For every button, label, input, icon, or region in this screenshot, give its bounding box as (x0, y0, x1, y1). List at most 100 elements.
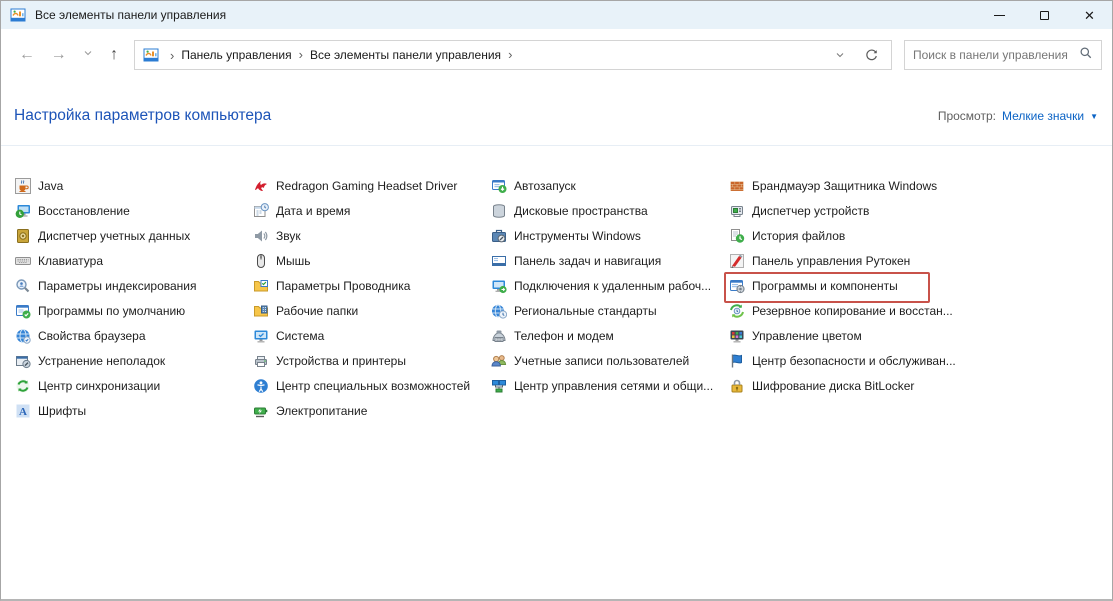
control-panel-item[interactable]: Параметры Проводника (253, 273, 491, 298)
control-panel-item[interactable]: Устройства и принтеры (253, 348, 491, 373)
rutoken-icon (729, 253, 745, 269)
control-panel-item[interactable]: Звук (253, 223, 491, 248)
control-panel-item[interactable]: Диспетчер устройств (729, 198, 1100, 223)
back-button-icon[interactable]: ← (19, 47, 35, 63)
control-panel-item[interactable]: Java (15, 173, 253, 198)
control-panel-item[interactable]: Клавиатура (15, 248, 253, 273)
control-panel-item[interactable]: Программы и компоненты (729, 273, 1100, 298)
item-label: Java (38, 179, 63, 193)
control-panel-item[interactable]: Брандмауэр Защитника Windows (729, 173, 1100, 198)
item-label: Диспетчер устройств (752, 204, 869, 218)
control-panel-item[interactable]: Центр безопасности и обслуживан... (729, 348, 1100, 373)
color-management-icon (729, 328, 745, 344)
control-panel-item[interactable]: Программы по умолчанию (15, 298, 253, 323)
control-panel-item[interactable]: Панель задач и навигация (491, 248, 729, 273)
file-history-icon (729, 228, 745, 244)
control-panel-item[interactable]: Восстановление (15, 198, 253, 223)
item-label: Клавиатура (38, 254, 103, 268)
item-label: Телефон и модем (514, 329, 614, 343)
maximize-button[interactable] (1022, 1, 1067, 29)
breadcrumb-separator[interactable]: › (508, 47, 512, 62)
item-label: Подключения к удаленным рабоч... (514, 279, 711, 293)
item-label: Автозапуск (514, 179, 576, 193)
windows-tools-icon (491, 228, 507, 244)
address-dropdown-chevron-icon[interactable] (834, 49, 846, 61)
control-panel-item[interactable]: Система (253, 323, 491, 348)
item-label: Панель задач и навигация (514, 254, 661, 268)
control-panel-item[interactable]: Подключения к удаленным рабоч... (491, 273, 729, 298)
item-label: Мышь (276, 254, 311, 268)
date-time-icon (253, 203, 269, 219)
item-label: Параметры Проводника (276, 279, 410, 293)
search-icon[interactable] (1079, 46, 1093, 65)
control-panel-item[interactable]: Автозапуск (491, 173, 729, 198)
control-panel-item[interactable]: Дата и время (253, 198, 491, 223)
control-panel-item[interactable]: Параметры индексирования (15, 273, 253, 298)
control-panel-item[interactable]: Redragon Gaming Headset Driver (253, 173, 491, 198)
control-panel-item[interactable]: Центр синхронизации (15, 373, 253, 398)
refresh-icon[interactable] (864, 48, 879, 63)
breadcrumb-item[interactable]: Все элементы панели управления (310, 48, 501, 62)
device-manager-icon (729, 203, 745, 219)
forward-button-icon[interactable]: → (51, 47, 67, 63)
title-bar: Все элементы панели управления ✕ (1, 1, 1112, 29)
control-panel-item[interactable]: Инструменты Windows (491, 223, 729, 248)
item-label: Восстановление (38, 204, 130, 218)
control-panel-item[interactable]: Управление цветом (729, 323, 1100, 348)
control-panel-item[interactable]: Свойства браузера (15, 323, 253, 348)
control-panel-item[interactable]: Электропитание (253, 398, 491, 423)
control-panel-item[interactable]: Панель управления Рутокен (729, 248, 1100, 273)
default-programs-icon (15, 303, 31, 319)
view-by-dropdown[interactable]: Мелкие значки (1002, 109, 1084, 123)
breadcrumb-separator[interactable]: › (299, 47, 303, 62)
page-header: Настройка параметров компьютера Просмотр… (1, 101, 1112, 131)
folder-options-icon (253, 278, 269, 294)
address-bar[interactable]: › Панель управления › Все элементы панели … (134, 40, 892, 70)
keyboard-icon (15, 253, 31, 269)
control-panel-item[interactable]: Шифрование диска BitLocker (729, 373, 1100, 398)
control-panel-item[interactable]: Рабочие папки (253, 298, 491, 323)
item-label: Redragon Gaming Headset Driver (276, 179, 457, 193)
control-panel-item[interactable]: Центр управления сетями и общи... (491, 373, 729, 398)
control-panel-item[interactable]: История файлов (729, 223, 1100, 248)
item-label: Центр синхронизации (38, 379, 160, 393)
item-label: Региональные стандарты (514, 304, 657, 318)
control-panel-item[interactable]: Телефон и модем (491, 323, 729, 348)
ease-of-access-icon (253, 378, 269, 394)
close-button[interactable]: ✕ (1067, 1, 1112, 29)
search-input[interactable]: Поиск в панели управления (904, 40, 1102, 70)
item-label: Рабочие папки (276, 304, 358, 318)
item-label: Параметры индексирования (38, 279, 196, 293)
security-maintenance-icon (729, 353, 745, 369)
item-label: Устранение неполадок (38, 354, 165, 368)
control-panel-item[interactable]: Мышь (253, 248, 491, 273)
items-column: Redragon Gaming Headset Driver Дата и вре… (253, 173, 491, 423)
item-label: Программы по умолчанию (38, 304, 185, 318)
view-control: Просмотр: Мелкие значки ▼ (938, 109, 1098, 123)
java-icon (15, 178, 31, 194)
item-label: Шифрование диска BitLocker (752, 379, 914, 393)
item-label: Диспетчер учетных данных (38, 229, 190, 243)
windows-firewall-icon (729, 178, 745, 194)
fonts-icon: A (15, 403, 31, 419)
svg-text:A: A (19, 406, 27, 418)
recent-locations-chevron-icon[interactable] (82, 47, 94, 63)
item-label: Система (276, 329, 324, 343)
control-panel-item[interactable]: Учетные записи пользователей (491, 348, 729, 373)
control-panel-item[interactable]: AШрифты (15, 398, 253, 423)
up-button-icon[interactable]: ↑ (110, 47, 118, 63)
indexing-options-icon (15, 278, 31, 294)
item-label: Инструменты Windows (514, 229, 641, 243)
control-panel-items: Java Восстановление Диспетчер учетных данн… (1, 146, 1112, 423)
view-dropdown-caret-icon[interactable]: ▼ (1090, 112, 1098, 121)
control-panel-item[interactable]: Центр специальных возможностей (253, 373, 491, 398)
control-panel-item[interactable]: Устранение неполадок (15, 348, 253, 373)
nav-arrows: ← → ↑ (1, 47, 134, 63)
item-label: Центр безопасности и обслуживан... (752, 354, 956, 368)
control-panel-item[interactable]: Резервное копирование и восстан... (729, 298, 1100, 323)
breadcrumb-item[interactable]: Панель управления (181, 48, 291, 62)
control-panel-item[interactable]: Региональные стандарты (491, 298, 729, 323)
minimize-button[interactable] (977, 1, 1022, 29)
control-panel-item[interactable]: Дисковые пространства (491, 198, 729, 223)
control-panel-item[interactable]: Диспетчер учетных данных (15, 223, 253, 248)
